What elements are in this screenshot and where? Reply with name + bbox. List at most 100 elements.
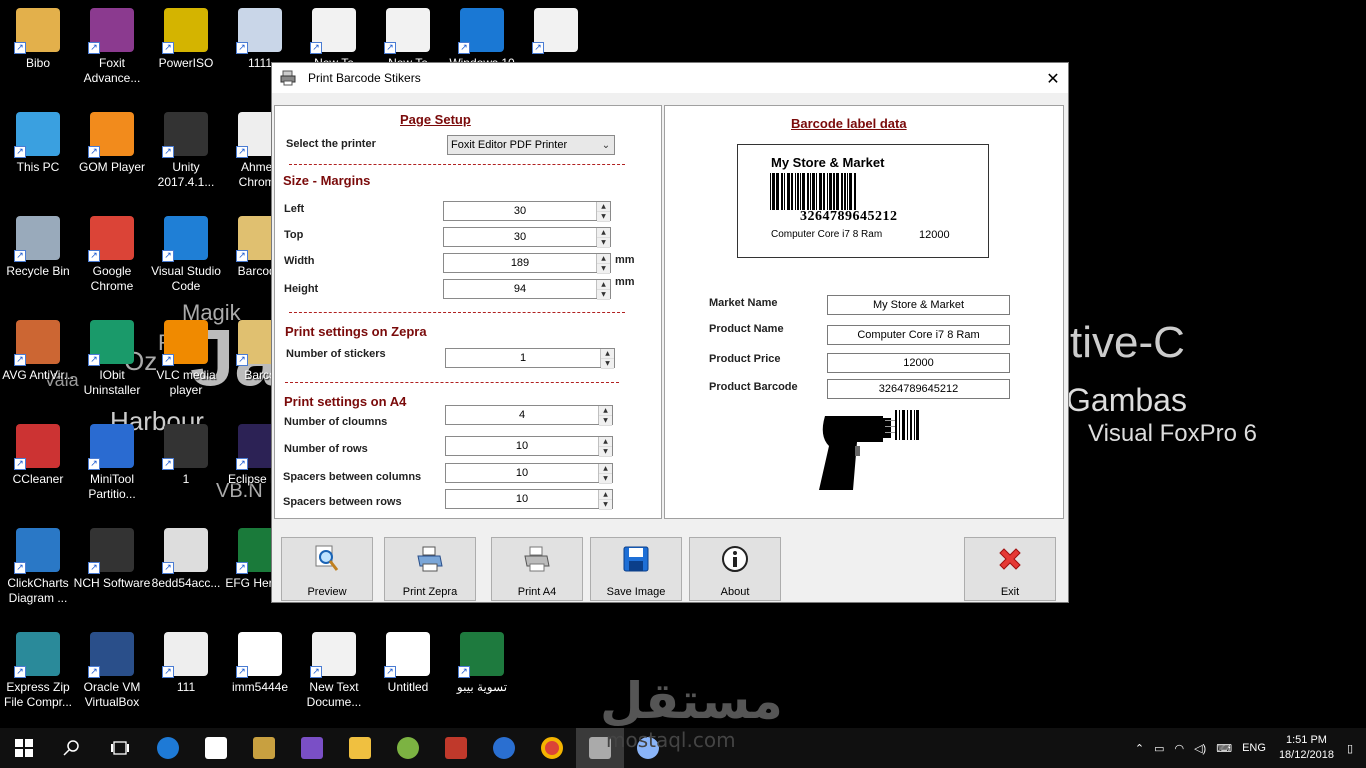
- desktop-icon[interactable]: ↗ تسوية بيبو: [442, 632, 522, 695]
- desktop-icon[interactable]: ↗ MiniTool Partitio...: [72, 424, 152, 502]
- desktop-icon[interactable]: ↗ Oracle VM VirtualBox: [72, 632, 152, 710]
- barcode-input[interactable]: 3264789645212: [827, 379, 1010, 399]
- spin-up-icon[interactable]: ▲: [599, 490, 612, 500]
- about-button-label: About: [720, 586, 750, 598]
- spin-down-icon[interactable]: ▼: [601, 359, 614, 369]
- rows-stepper[interactable]: 10 ▲ ▼: [445, 436, 613, 457]
- desktop-icon[interactable]: ↗ Express Zip File Compr...: [0, 632, 78, 710]
- spin-down-icon[interactable]: ▼: [599, 474, 612, 484]
- title-bar[interactable]: Print Barcode Stikers ✕: [272, 63, 1068, 93]
- spin-down-icon[interactable]: ▼: [597, 238, 610, 248]
- stickers-stepper[interactable]: 1 ▲ ▼: [445, 348, 615, 369]
- spin-up-icon[interactable]: ▲: [597, 202, 610, 212]
- printer-select[interactable]: Foxit Editor PDF Printer ⌄: [447, 135, 615, 155]
- search-button[interactable]: [48, 728, 96, 768]
- columns-value: 4: [518, 409, 526, 421]
- desktop-icon[interactable]: ↗ GOM Player: [72, 112, 152, 175]
- app-icon: ↗: [310, 632, 356, 678]
- network-icon[interactable]: ▭: [1154, 742, 1164, 755]
- market-input[interactable]: My Store & Market: [827, 295, 1010, 315]
- top-stepper[interactable]: 30 ▲ ▼: [443, 227, 611, 248]
- desktop-icon[interactable]: ↗ ClickCharts Diagram ...: [0, 528, 78, 606]
- desktop-icon-label: Unity 2017.4.1...: [157, 160, 215, 189]
- desktop-icon[interactable]: ↗ NCH Software: [72, 528, 152, 591]
- price-input[interactable]: 12000: [827, 353, 1010, 373]
- wifi-icon[interactable]: ◠: [1174, 742, 1184, 755]
- volume-icon[interactable]: ◁): [1194, 742, 1206, 755]
- chevron-up-icon[interactable]: ⌃: [1135, 742, 1144, 755]
- app-icon: ↗: [14, 528, 60, 574]
- desktop-icon[interactable]: ↗ 8edd54acc...: [146, 528, 226, 591]
- close-button[interactable]: ✕: [1038, 63, 1068, 93]
- desktop-icon[interactable]: ↗ Unity 2017.4.1...: [146, 112, 226, 190]
- spin-down-icon[interactable]: ▼: [599, 416, 612, 426]
- desktop-icon[interactable]: ↗ IObit Uninstaller: [72, 320, 152, 398]
- spin-up-icon[interactable]: ▲: [599, 464, 612, 474]
- width-stepper[interactable]: 189 ▲ ▼: [443, 253, 611, 274]
- desktop-icon[interactable]: ↗ Visual Studio Code: [146, 216, 226, 294]
- taskbar-tools[interactable]: [240, 728, 288, 768]
- save-image-button[interactable]: Save Image: [590, 537, 682, 601]
- spin-down-icon[interactable]: ▼: [599, 500, 612, 510]
- desktop-icon[interactable]: ↗ Foxit Advance...: [72, 8, 152, 86]
- taskbar-edge[interactable]: [144, 728, 192, 768]
- app-icon: ↗: [236, 8, 282, 54]
- height-stepper[interactable]: 94 ▲ ▼: [443, 279, 611, 300]
- desktop-icon-label: Recycle Bin: [6, 264, 70, 278]
- about-button[interactable]: About: [689, 537, 781, 601]
- spin-up-icon[interactable]: ▲: [599, 406, 612, 416]
- taskbar-store[interactable]: [192, 728, 240, 768]
- desktop-icon[interactable]: ↗: [516, 8, 596, 56]
- task-view-button[interactable]: [96, 728, 144, 768]
- taskbar-explorer[interactable]: [336, 728, 384, 768]
- language-indicator[interactable]: ENG: [1242, 742, 1266, 754]
- taskbar-owl[interactable]: [480, 728, 528, 768]
- spin-down-icon[interactable]: ▼: [597, 212, 610, 222]
- shortcut-arrow-icon: ↗: [14, 666, 26, 678]
- desktop-icon[interactable]: ↗ 1: [146, 424, 226, 487]
- spacers-cols-stepper[interactable]: 10 ▲ ▼: [445, 463, 613, 484]
- spin-up-icon[interactable]: ▲: [597, 280, 610, 290]
- a4-title: Print settings on A4: [284, 394, 407, 409]
- spin-down-icon[interactable]: ▼: [597, 264, 610, 274]
- spin-up-icon[interactable]: ▲: [597, 228, 610, 238]
- desktop-icon[interactable]: ↗ 111: [146, 632, 226, 695]
- clock[interactable]: 1:51 PM 18/12/2018: [1279, 733, 1334, 763]
- notifications-icon[interactable]: ▯: [1347, 742, 1361, 755]
- spin-up-icon[interactable]: ▲: [601, 349, 614, 359]
- desktop-icon[interactable]: ↗ PowerISO: [146, 8, 226, 71]
- print-a4-button[interactable]: Print A4: [491, 537, 583, 601]
- desktop-icon[interactable]: ↗ VLC media player: [146, 320, 226, 398]
- barcode-bar: [807, 173, 809, 210]
- spin-down-icon[interactable]: ▼: [599, 447, 612, 457]
- desktop-icon[interactable]: ↗ imm5444e: [220, 632, 300, 695]
- start-button[interactable]: [0, 728, 48, 768]
- spacers-rows-stepper[interactable]: 10 ▲ ▼: [445, 489, 613, 510]
- left-stepper[interactable]: 30 ▲ ▼: [443, 201, 611, 222]
- desktop-icon[interactable]: ↗ Bibo: [0, 8, 78, 71]
- print-zepra-button[interactable]: Print Zepra: [384, 537, 476, 601]
- taskbar-toolbox[interactable]: [432, 728, 480, 768]
- rows-value: 10: [515, 440, 529, 452]
- app-icon: ↗: [162, 8, 208, 54]
- product-input[interactable]: Computer Core i7 8 Ram: [827, 325, 1010, 345]
- spin-up-icon[interactable]: ▲: [599, 437, 612, 447]
- keyboard-icon[interactable]: ⌨: [1216, 742, 1232, 755]
- taskbar-visual-studio[interactable]: [288, 728, 336, 768]
- spin-down-icon[interactable]: ▼: [597, 290, 610, 300]
- taskbar-android[interactable]: [384, 728, 432, 768]
- top-value: 30: [513, 231, 527, 243]
- columns-stepper[interactable]: 4 ▲ ▼: [445, 405, 613, 426]
- desktop-icon[interactable]: ↗ New Text Docume...: [294, 632, 374, 710]
- print-zepra-button-label: Print Zepra: [402, 586, 458, 598]
- desktop-icon[interactable]: ↗ Untitled: [368, 632, 448, 695]
- desktop-icon[interactable]: ↗ Google Chrome: [72, 216, 152, 294]
- exit-button[interactable]: Exit: [964, 537, 1056, 601]
- desktop-icon[interactable]: ↗ Recycle Bin: [0, 216, 78, 279]
- desktop-icon[interactable]: ↗ AVG AntiVir...: [0, 320, 78, 383]
- taskbar-chrome[interactable]: [528, 728, 576, 768]
- spin-up-icon[interactable]: ▲: [597, 254, 610, 264]
- desktop-icon[interactable]: ↗ This PC: [0, 112, 78, 175]
- desktop-icon[interactable]: ↗ CCleaner: [0, 424, 78, 487]
- preview-button[interactable]: Preview: [281, 537, 373, 601]
